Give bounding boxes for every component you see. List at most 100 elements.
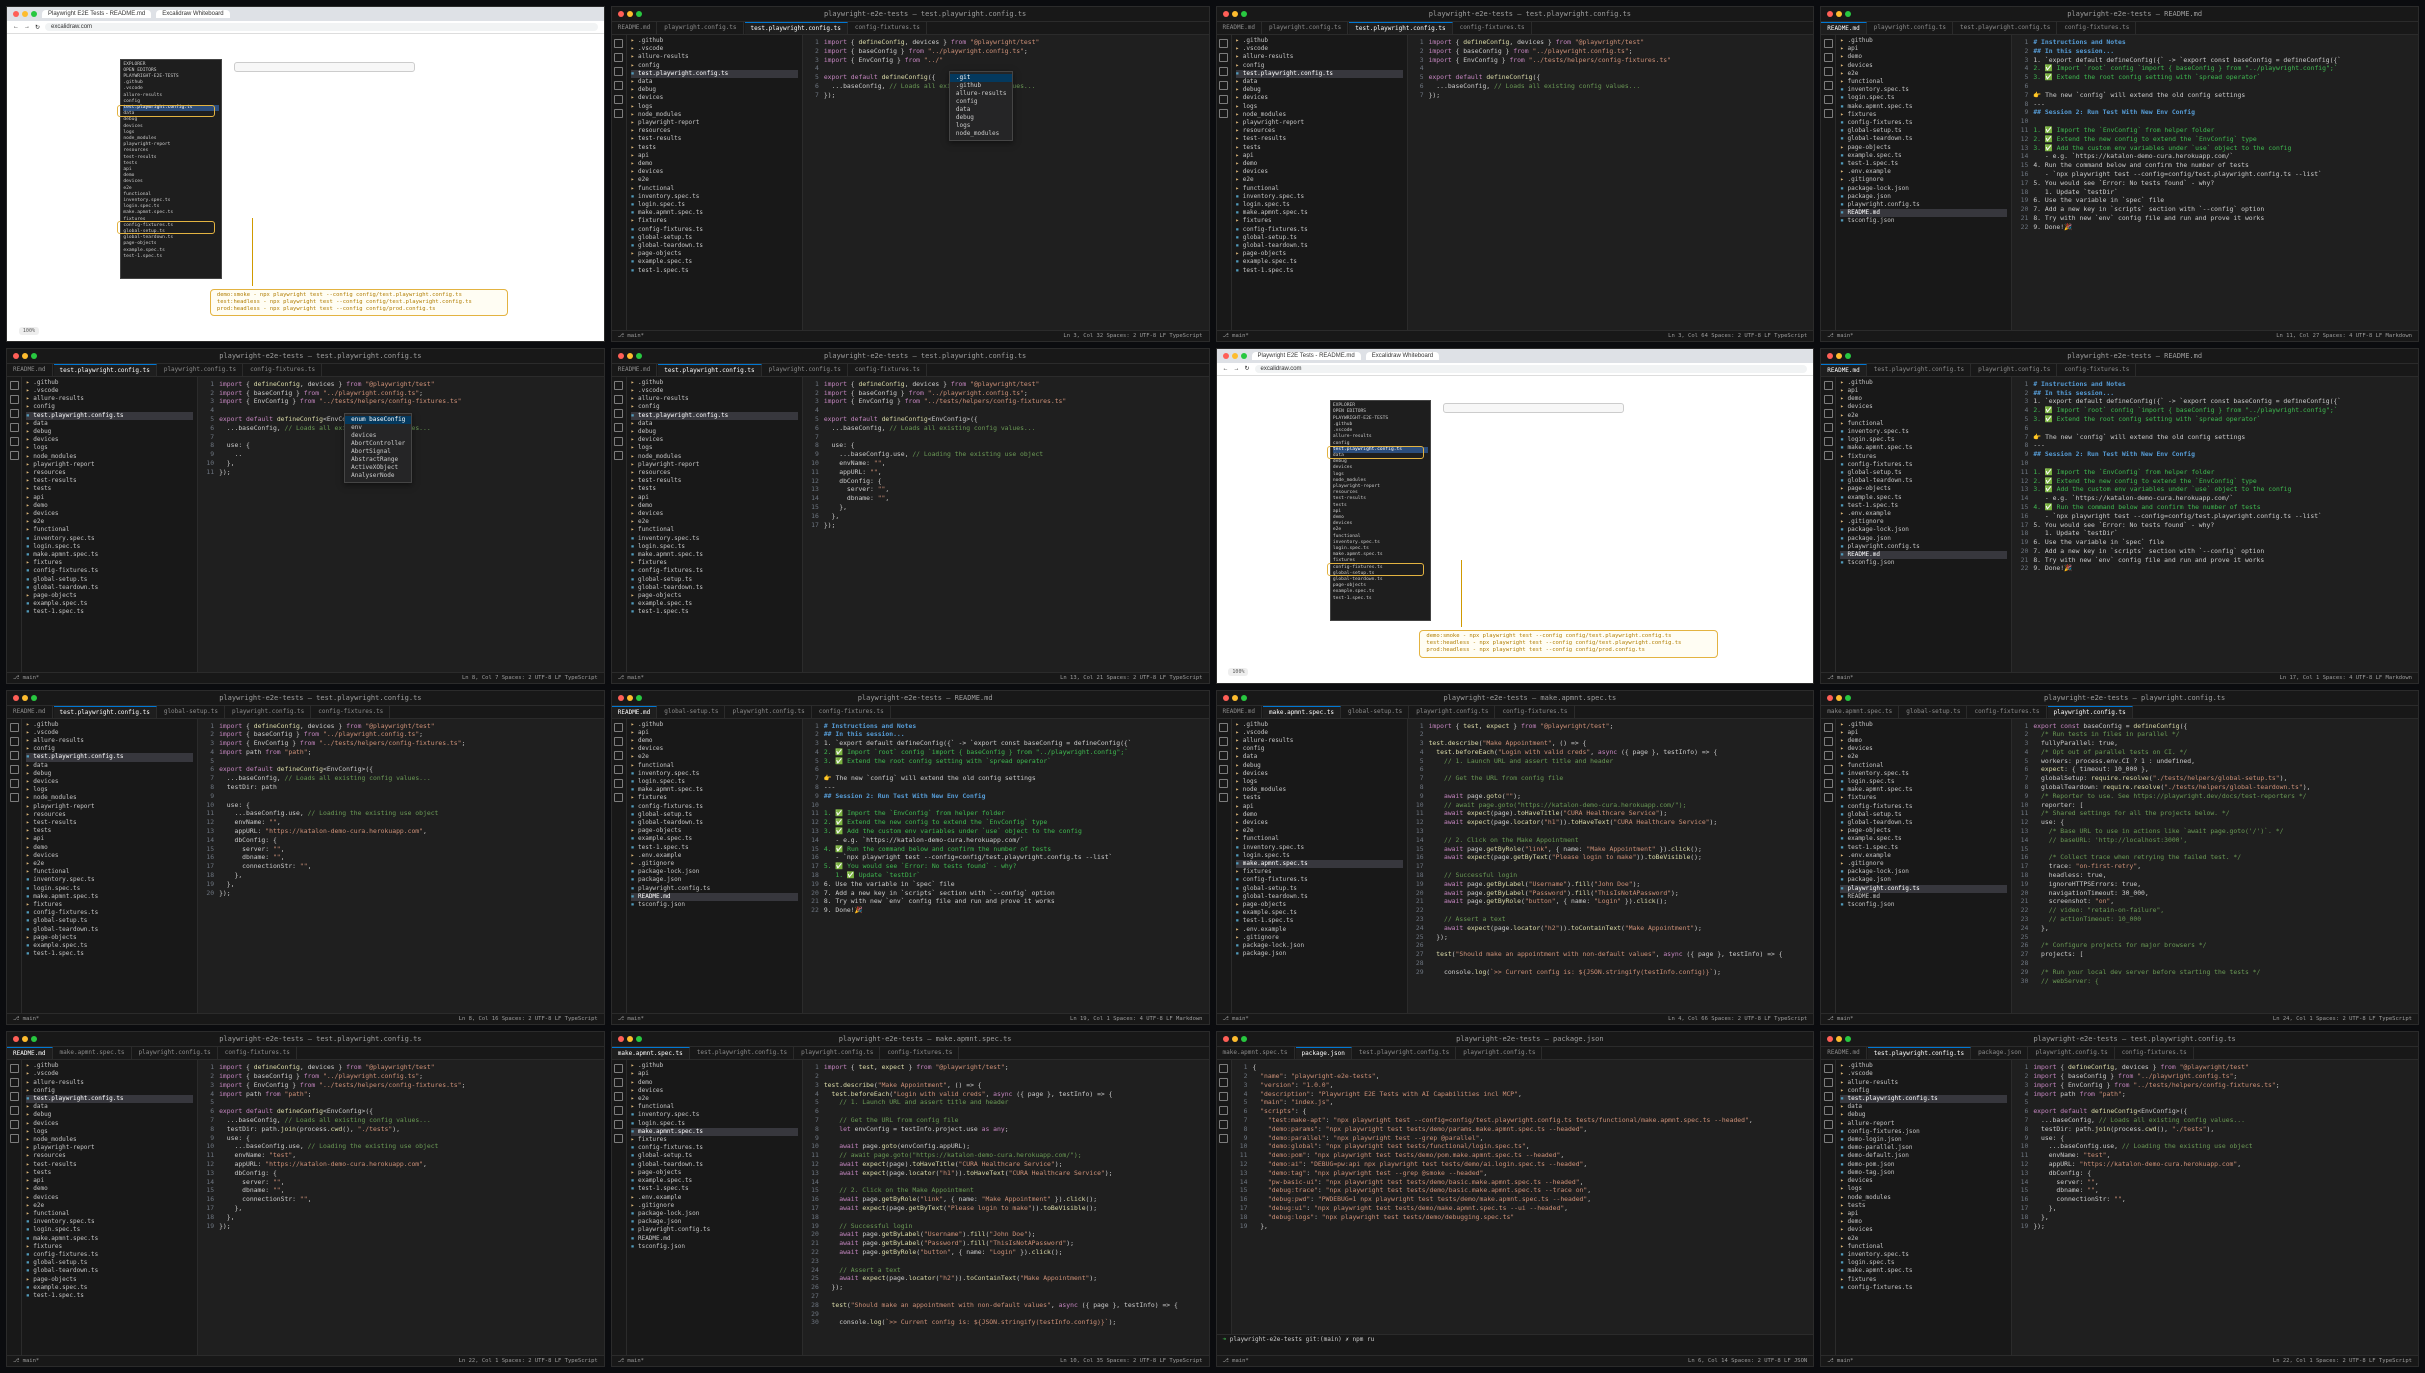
explorer-item[interactable]: ▸ data — [631, 78, 798, 86]
explorer-item[interactable]: ▪ global-teardown.ts — [631, 819, 798, 827]
explorer-item[interactable]: ▪ make.apmnt.spec.ts — [631, 209, 798, 217]
editor-tab[interactable]: playwright.config.ts — [132, 1047, 218, 1060]
source-control-icon[interactable] — [1219, 1092, 1228, 1102]
explorer-item[interactable]: ▪ login.spec.ts — [1840, 94, 2007, 102]
explorer-item[interactable]: ▸ .github — [1236, 37, 1403, 45]
explorer-item[interactable]: ▸ tests — [631, 485, 798, 493]
explorer-item[interactable]: ▸ playwright-report — [26, 1144, 193, 1152]
explorer-item[interactable]: ▪ inventory.spec.ts — [631, 770, 798, 778]
explorer-item[interactable]: ▸ node_modules — [26, 453, 193, 461]
explorer-item[interactable]: ▸ .vscode — [1236, 45, 1403, 53]
explorer-item[interactable]: ▸ devices — [631, 745, 798, 753]
explorer-item[interactable]: ▸ api — [26, 1177, 193, 1185]
extensions-icon[interactable] — [9, 436, 19, 446]
explorer-item[interactable]: ▪ playwright.config.ts — [631, 885, 798, 893]
editor-tab[interactable]: make.apmnt.spec.ts — [1821, 705, 1900, 718]
explorer-item[interactable]: ▸ .env.example — [1236, 926, 1403, 934]
explorer-item[interactable]: ▪ README.md — [1840, 551, 2008, 560]
status-branch[interactable]: ⎇ main* — [1827, 1356, 2263, 1366]
explorer-item[interactable]: ▪ package-lock.json — [1840, 526, 2007, 534]
editor-tab[interactable]: config-fixtures.ts — [2058, 363, 2137, 376]
explorer-item[interactable]: ▸ page-objects — [631, 250, 798, 258]
search-icon[interactable] — [614, 53, 624, 62]
suggestion-item[interactable]: .github — [950, 82, 1013, 90]
explorer-item[interactable]: ▸ e2e — [1840, 412, 2007, 420]
run-debug-icon[interactable] — [1823, 764, 1833, 774]
minimize-icon[interactable] — [22, 11, 28, 17]
code-editor[interactable]: 1 import { test, expect } from "@playwrig… — [802, 1060, 1209, 1355]
files-icon[interactable] — [614, 39, 624, 48]
source-control-icon[interactable] — [1823, 408, 1833, 418]
explorer-item[interactable]: ▸ functional — [631, 526, 798, 534]
explorer-item[interactable]: ▪ inventory.spec.ts — [1840, 770, 2007, 778]
explorer-item[interactable]: ▸ node_modules — [1840, 1194, 2007, 1202]
explorer-item[interactable]: ▪ make.apmnt.spec.ts — [26, 893, 193, 901]
window-controls[interactable] — [1827, 694, 1852, 701]
extensions-icon[interactable] — [1219, 1120, 1228, 1130]
explorer-item[interactable]: ▪ login.spec.ts — [1236, 201, 1403, 209]
explorer-item[interactable]: ▪ test.playwright.config.ts — [26, 1095, 194, 1104]
explorer-item[interactable]: ▸ allure-results — [26, 1079, 193, 1087]
explorer-item[interactable]: ▸ data — [26, 762, 193, 770]
explorer-item[interactable]: ▪ global-setup.ts — [1840, 811, 2007, 819]
suggestion-item[interactable]: logs — [950, 122, 1013, 130]
explorer-item[interactable]: ▸ .github — [26, 1062, 193, 1070]
suggestion-item[interactable]: data — [950, 106, 1013, 114]
editor-tab[interactable]: test.playwright.config.ts — [1867, 1047, 1972, 1060]
testing-icon[interactable] — [614, 792, 624, 802]
explorer-item[interactable]: ▸ api — [1840, 45, 2007, 53]
explorer-item[interactable]: ▸ devices — [1840, 403, 2007, 411]
explorer-item[interactable]: ▸ devices — [631, 510, 798, 518]
suggestion-item[interactable]: node_modules — [950, 130, 1013, 138]
status-branch[interactable]: ⎇ main* — [13, 673, 452, 683]
editor-tab[interactable]: playwright.config.ts — [2029, 1047, 2115, 1060]
search-icon[interactable] — [1219, 1078, 1228, 1088]
explorer-item[interactable]: ▪ global-setup.ts — [631, 234, 798, 242]
explorer-item[interactable]: ▸ functional — [1840, 78, 2007, 86]
explorer-item[interactable]: ▸ devices — [1840, 62, 2007, 70]
editor-tab[interactable]: playwright.config.ts — [1972, 363, 2058, 376]
explorer-item[interactable]: ▪ demo-default.json — [1840, 1152, 2007, 1160]
run-debug-icon[interactable] — [1219, 1106, 1228, 1116]
explorer-item[interactable]: ▸ devices — [631, 436, 798, 444]
close-icon[interactable] — [1222, 694, 1229, 701]
editor-tab[interactable]: config-fixtures.ts — [881, 1047, 960, 1060]
explorer-item[interactable]: ▸ tests — [26, 1169, 193, 1177]
explorer-item[interactable]: ▪ config-fixtures.ts — [1236, 226, 1403, 234]
explorer-item[interactable]: ▸ devices — [26, 1194, 193, 1202]
explorer-item[interactable]: ▪ inventory.spec.ts — [631, 1111, 798, 1119]
maximize-icon[interactable] — [1240, 352, 1247, 359]
explorer-item[interactable]: ▸ page-objects — [1236, 901, 1403, 909]
source-control-icon[interactable] — [1219, 750, 1228, 760]
explorer-item[interactable]: ▪ config-fixtures.ts — [1840, 1284, 2007, 1292]
explorer-item[interactable]: ▸ fixtures — [26, 901, 193, 909]
testing-icon[interactable] — [1219, 109, 1228, 118]
explorer-item[interactable]: ▸ node_modules — [631, 453, 798, 461]
close-icon[interactable] — [1827, 11, 1834, 17]
explorer-item[interactable]: ▸ .github — [1840, 721, 2007, 729]
explorer-item[interactable]: ▸ node_modules — [1236, 786, 1403, 794]
run-debug-icon[interactable] — [9, 764, 19, 774]
explorer-item[interactable]: ▸ page-objects — [1840, 827, 2007, 835]
explorer-item[interactable]: ▸ .env.example — [1840, 852, 2007, 860]
code-editor[interactable]: 1 # Instructions and Notes 2 ## In this ses… — [2012, 35, 2418, 330]
explorer-item[interactable]: ▪ package.json — [1840, 535, 2007, 543]
suggestion-popup[interactable]: enum baseConfig env devices AbortController… — [344, 412, 413, 483]
close-icon[interactable] — [617, 11, 624, 17]
run-debug-icon[interactable] — [9, 422, 19, 432]
explorer-item[interactable]: ▪ example.spec.ts — [631, 258, 798, 266]
window-controls[interactable] — [617, 11, 642, 17]
explorer-item[interactable]: ▸ resources — [26, 811, 193, 819]
source-control-icon[interactable] — [614, 750, 624, 760]
explorer-item[interactable]: ▸ tests — [26, 485, 193, 493]
explorer-item[interactable]: ▸ debug — [631, 86, 798, 94]
explorer-item[interactable]: ▸ debug — [631, 428, 798, 436]
editor-tab[interactable]: config-fixtures.ts — [218, 1047, 297, 1060]
maximize-icon[interactable] — [31, 694, 37, 701]
explorer-item[interactable]: ▪ login.spec.ts — [1236, 852, 1403, 860]
status-branch[interactable]: ⎇ main* — [1223, 331, 1659, 341]
explorer-item[interactable]: ▪ test-1.spec.ts — [26, 608, 193, 616]
explorer-item[interactable]: ▸ devices — [631, 168, 798, 176]
explorer-item[interactable]: ▪ config-fixtures.ts — [1236, 876, 1403, 884]
explorer-item[interactable]: ▸ .github — [631, 37, 798, 45]
